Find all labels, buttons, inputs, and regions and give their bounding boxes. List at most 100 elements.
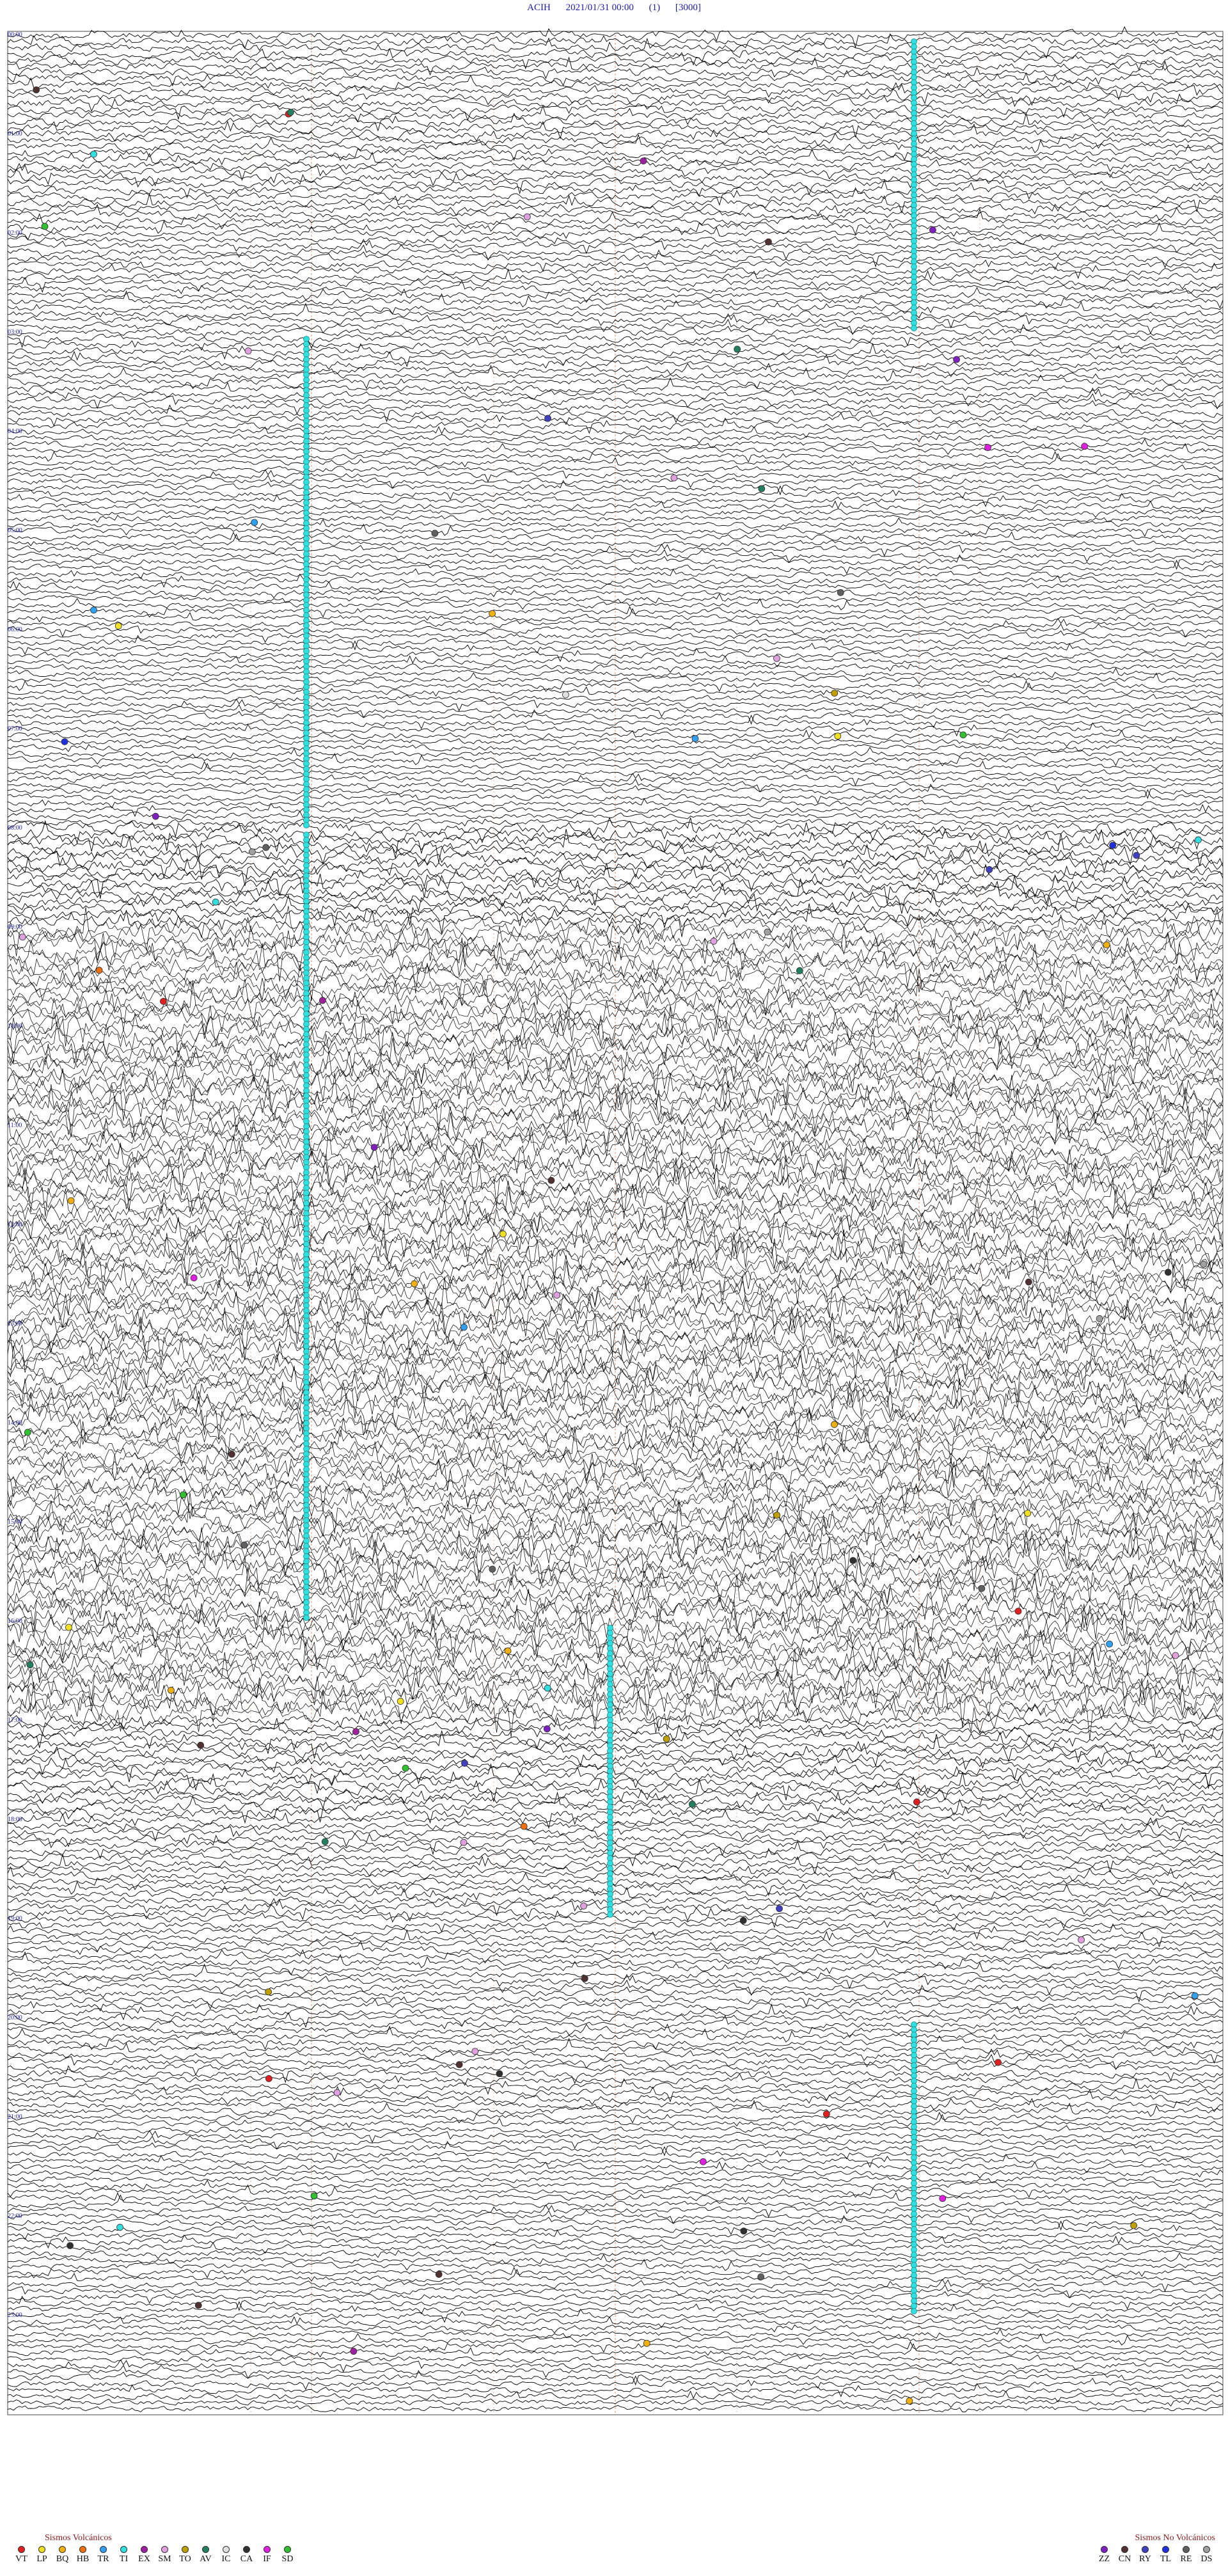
legend-swatch (202, 2546, 209, 2553)
legend-swatch (18, 2546, 25, 2553)
legend-swatch (1162, 2546, 1169, 2553)
event-marker-bq (831, 1421, 838, 1428)
event-marker-ti (90, 150, 97, 158)
legend-code: TR (97, 2554, 109, 2564)
event-marker-lp (114, 622, 122, 629)
trace-line (7, 443, 1224, 455)
event-marker-hb (520, 1822, 528, 1830)
event-marker-ca (67, 2242, 74, 2249)
legend-swatch (38, 2546, 45, 2553)
event-marker-to (831, 690, 838, 697)
event-marker-ic (562, 691, 569, 699)
time-label: 04:00 (8, 428, 22, 435)
event-marker-sd (310, 2192, 318, 2200)
event-marker-lp (1024, 1510, 1032, 1517)
legend-volcanic-if: IF (258, 2546, 276, 2564)
event-marker-sd (402, 1764, 409, 1772)
event-marker-ex (640, 157, 647, 165)
event-marker-bq (1103, 941, 1110, 949)
trace-line (7, 451, 1224, 463)
event-marker-cn (435, 2271, 443, 2278)
trace-line (7, 2268, 1224, 2282)
event-marker-to (663, 1735, 670, 1742)
legend-swatch (1142, 2546, 1149, 2553)
legend-volcanic-tr: TR (95, 2546, 112, 2564)
event-marker-sm (333, 2089, 341, 2096)
time-label: 09:00 (8, 924, 22, 931)
legend-swatch (1121, 2546, 1128, 2553)
legend-nonvolcanic-tl: TL (1157, 2546, 1174, 2564)
trace-line (7, 88, 1224, 107)
time-label: 03:00 (8, 329, 22, 336)
event-marker-av (796, 967, 803, 974)
event-marker-zz (929, 226, 936, 233)
legend-code: ZZ (1098, 2554, 1110, 2564)
event-marker-bq (168, 1687, 175, 1694)
event-marker-cn (33, 86, 40, 93)
event-marker-ti (303, 822, 310, 828)
legend-swatch (223, 2546, 230, 2553)
trace-line (7, 820, 1224, 844)
event-marker-re (240, 1541, 248, 1549)
time-label: 07:00 (8, 725, 22, 732)
legend-code: TL (1160, 2554, 1172, 2564)
legend-nonvolcanic-cn: CN (1116, 2546, 1133, 2564)
event-marker-av (758, 485, 766, 493)
legend-nonvolcanic-re: RE (1177, 2546, 1195, 2564)
event-marker-av (26, 1661, 34, 1669)
event-marker-re (757, 2273, 765, 2280)
trace-line (7, 453, 1224, 468)
legend-swatch (141, 2546, 148, 2553)
legend-swatch (120, 2546, 127, 2553)
event-marker-to (1130, 2222, 1138, 2229)
event-marker-vt (1014, 1608, 1022, 1615)
legend-code: DS (1200, 2554, 1213, 2564)
trace-line (7, 773, 1224, 786)
event-marker-ca (496, 2070, 503, 2078)
legend-nonvolcanic: Sismos No Volcánicos ZZ CN RY TL RE DS (1096, 2533, 1215, 2564)
event-marker-hb (95, 967, 103, 974)
event-marker-lp (834, 732, 842, 740)
event-marker-bq (906, 2398, 913, 2405)
event-marker-sd (24, 1428, 31, 1436)
event-marker-ca (739, 1916, 747, 1924)
event-marker-ca (740, 2227, 748, 2235)
legend-volcanic-title: Sismos Volcánicos (45, 2533, 112, 2543)
event-marker-ti (303, 1615, 310, 1621)
event-marker-ry (776, 1905, 783, 1913)
event-marker-cn (1025, 1278, 1032, 1286)
legend-code: TO (179, 2554, 191, 2564)
legend-code: TI (119, 2554, 129, 2564)
trace-line (7, 2284, 1224, 2298)
event-marker-vt (995, 2058, 1002, 2066)
event-marker-if (190, 1274, 198, 1282)
event-marker-bq (504, 1647, 512, 1655)
time-label: 05:00 (8, 527, 22, 534)
legend-code: RY (1139, 2554, 1151, 2564)
event-marker-re (978, 1584, 986, 1592)
time-label: 15:00 (8, 1519, 22, 1526)
trace-line (7, 2153, 1224, 2169)
trace-line (7, 2364, 1224, 2379)
legend-code: HB (76, 2554, 90, 2564)
event-marker-tl (61, 738, 68, 745)
event-marker-sm (1078, 1936, 1085, 1943)
legend-swatch (243, 2546, 250, 2553)
trace-line (7, 2234, 1224, 2248)
event-marker-sm (710, 937, 718, 945)
time-label: 06:00 (8, 626, 22, 633)
event-marker-ry (1133, 851, 1140, 859)
time-label: 22:00 (8, 2213, 22, 2220)
event-marker-tl (1109, 842, 1117, 849)
event-marker-tr (691, 735, 699, 743)
event-marker-sm (19, 933, 26, 941)
trace-line (7, 2316, 1224, 2328)
legend-code: LP (36, 2554, 47, 2564)
legend-swatch (264, 2546, 271, 2553)
event-marker-re (431, 530, 439, 537)
event-marker-bq (67, 1197, 75, 1205)
event-marker-vt (823, 2110, 830, 2118)
helicorder-plot (7, 26, 1224, 2415)
event-marker-ds (1096, 1315, 1103, 1322)
legend-volcanic-to: TO (177, 2546, 194, 2564)
